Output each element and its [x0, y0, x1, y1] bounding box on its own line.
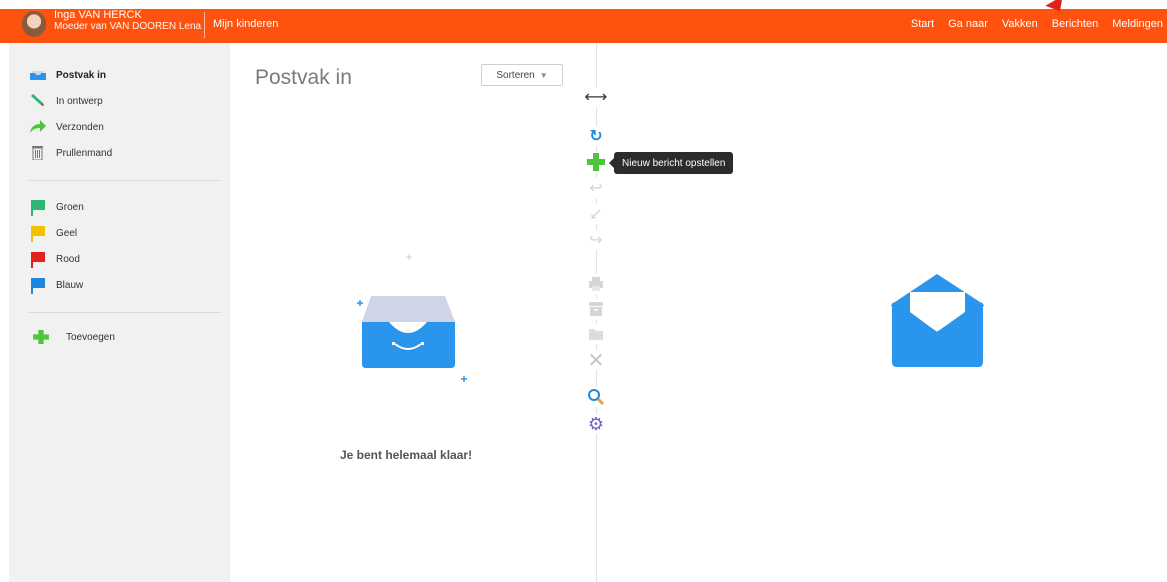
- delete-icon[interactable]: ✕: [586, 350, 606, 372]
- user-info[interactable]: Inga VAN HERCK Moeder van VAN DOOREN Len…: [54, 9, 202, 33]
- sidebar-item-label: In ontwerp: [56, 95, 103, 107]
- sidebar-item-groen[interactable]: Groen: [29, 200, 84, 216]
- pencil-icon: [31, 94, 44, 106]
- sidebar-divider: [29, 312, 221, 313]
- sidebar-item-prullenmand[interactable]: Prullenmand: [29, 146, 112, 160]
- print-icon[interactable]: [586, 274, 606, 294]
- refresh-icon[interactable]: ↻: [586, 126, 606, 146]
- page-title: Postvak in: [255, 66, 352, 89]
- empty-state-message: Je bent helemaal klaar!: [340, 448, 473, 462]
- top-bar: Inga VAN HERCK Moeder van VAN DOOREN Len…: [0, 9, 1167, 43]
- open-envelope-icon: [890, 274, 985, 367]
- sidebar-item-geel[interactable]: Geel: [29, 226, 78, 242]
- main-nav: Start Ga naar Vakken Berichten Meldingen: [911, 18, 1163, 30]
- plus-icon: [33, 330, 49, 344]
- move-folder-icon[interactable]: [586, 324, 606, 344]
- nav-berichten[interactable]: Berichten: [1052, 18, 1098, 30]
- compose-tooltip: Nieuw bericht opstellen: [608, 152, 734, 174]
- yellow-flag-icon: [29, 226, 47, 242]
- sidebar-item-verzonden[interactable]: Verzonden: [29, 120, 104, 134]
- resize-icon[interactable]: ⟷: [585, 87, 607, 107]
- sidebar-item-blauw[interactable]: Blauw: [29, 278, 84, 294]
- nav-ga-naar[interactable]: Ga naar: [948, 18, 988, 30]
- blue-flag-icon: [29, 278, 47, 294]
- sidebar-item-postvak-in[interactable]: Postvak in: [29, 68, 106, 82]
- user-name: Inga VAN HERCK: [54, 9, 142, 21]
- add-flag-label: Toevoegen: [66, 331, 115, 343]
- settings-gear-icon[interactable]: ⚙: [586, 414, 606, 434]
- archive-icon[interactable]: [586, 299, 606, 319]
- sidebar-divider: [29, 180, 221, 181]
- chevron-down-icon: ▼: [539, 70, 548, 80]
- nav-meldingen[interactable]: Meldingen: [1112, 18, 1163, 30]
- sidebar-item-label: Postvak in: [56, 69, 107, 81]
- sidebar-item-label: Groen: [56, 201, 84, 213]
- sidebar-item-label: Rood: [56, 253, 80, 265]
- sidebar-item-label: Geel: [56, 227, 78, 239]
- sort-dropdown[interactable]: Sorteren ▼: [481, 64, 563, 86]
- nav-vakken[interactable]: Vakken: [1002, 18, 1038, 30]
- inbox-icon: [30, 71, 46, 80]
- user-avatar[interactable]: [22, 11, 46, 37]
- reply-icon[interactable]: ↩: [586, 178, 606, 198]
- my-children-link[interactable]: Mijn kinderen: [213, 18, 278, 30]
- search-icon[interactable]: [586, 387, 606, 407]
- sent-arrow-icon: [30, 120, 46, 133]
- empty-inbox-illustration: [357, 254, 467, 382]
- nav-start[interactable]: Start: [911, 18, 934, 30]
- green-flag-icon: [29, 200, 47, 216]
- user-subtitle: Moeder van VAN DOOREN Lena: [54, 21, 202, 32]
- folder-sidebar: Postvak in In ontwerp Verzonden Prullenm…: [9, 43, 230, 582]
- sidebar-item-in-ontwerp[interactable]: In ontwerp: [29, 94, 103, 108]
- sidebar-item-label: Blauw: [56, 279, 84, 291]
- header-divider: [204, 12, 205, 38]
- forward-icon[interactable]: ↪: [586, 230, 606, 250]
- red-flag-icon: [29, 252, 47, 268]
- trash-icon: [32, 146, 43, 160]
- sidebar-item-label: Verzonden: [56, 121, 104, 133]
- sidebar-item-rood[interactable]: Rood: [29, 252, 80, 268]
- reply-all-icon[interactable]: ↙: [586, 204, 606, 224]
- add-flag-button[interactable]: Toevoegen: [29, 330, 115, 344]
- sort-label: Sorteren: [496, 69, 535, 81]
- sidebar-item-label: Prullenmand: [56, 147, 113, 159]
- compose-plus-icon[interactable]: [586, 152, 606, 172]
